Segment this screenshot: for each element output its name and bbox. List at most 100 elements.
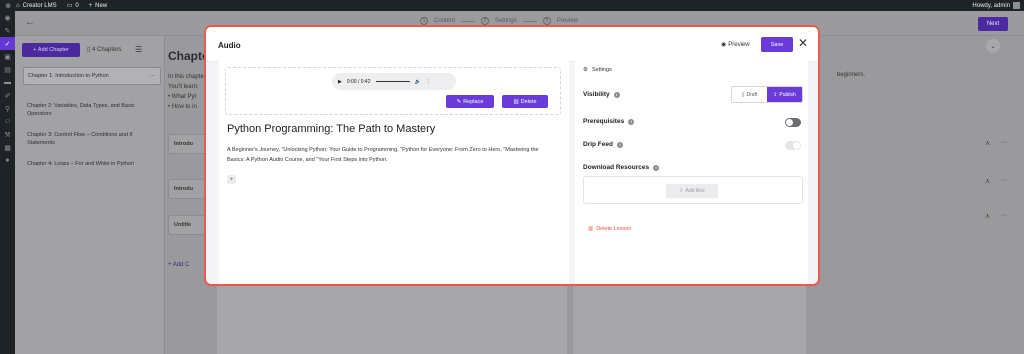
step-label[interactable]: Content [434, 18, 455, 24]
dashboard-icon[interactable]: ◉ [0, 11, 15, 24]
creator-lms-icon[interactable]: ✓ [0, 37, 15, 50]
lesson-description[interactable]: A Beginner's Journey, "Unlocking Python:… [227, 145, 557, 165]
settings-panel-extension [573, 286, 806, 354]
trash-icon: ▥ [513, 98, 519, 105]
upload-icon: ⇪ [679, 188, 684, 194]
more-options-icon[interactable]: ⋮ [426, 79, 431, 85]
preview-button[interactable]: ◉ Preview [721, 41, 750, 49]
comments-link[interactable]: ▭ 0 [66, 2, 79, 10]
lesson-row-actions: ⋏ ··· [985, 139, 1007, 147]
download-resources-label: Download Resources i [583, 164, 660, 171]
replace-button[interactable]: ✎ Replace [446, 95, 494, 108]
lesson-row-actions: ⋏ ··· [985, 177, 1007, 185]
settings-header: ⚙ Settings [583, 67, 612, 73]
draft-option[interactable]: ▯ Draft [732, 87, 767, 102]
seek-bar[interactable] [375, 80, 410, 83]
site-name-link[interactable]: ⌂ Creator LMS [16, 3, 57, 9]
lesson-settings-panel: ⚙ Settings Visibility i ▯ Draft ⇪ Publis… [575, 61, 808, 284]
play-icon[interactable]: ▶ [338, 79, 342, 85]
chapter-description-tail: beginners. [837, 72, 866, 78]
step-label[interactable]: Preview [557, 18, 578, 24]
chapter-description: In this chapte You'll learn: • What Pyt … [168, 74, 204, 110]
book-icon: ▯ [87, 47, 91, 53]
more-icon[interactable]: ··· [150, 72, 156, 80]
more-icon[interactable]: ··· [1000, 212, 1007, 220]
publish-option[interactable]: ⇪ Publish [767, 87, 802, 102]
step-number: 3 [542, 17, 551, 25]
info-icon[interactable]: i [628, 118, 635, 125]
eye-icon: ◉ [721, 42, 727, 48]
add-chapter-button[interactable]: + Add Chapter [22, 43, 80, 57]
collapse-menu-icon[interactable]: ● [0, 154, 15, 167]
step-indicator: 1 Content 2 Settings 3 Preview [420, 17, 578, 25]
drip-feed-label: Drip Feed i [583, 141, 623, 148]
user-menu[interactable]: Howdy, admin [972, 2, 1020, 9]
prerequisites-toggle[interactable] [785, 118, 801, 127]
download-resources-dropzone: ⇪ Add files [583, 176, 803, 204]
add-files-button[interactable]: ⇪ Add files [666, 184, 718, 198]
new-content-link[interactable]: + New [89, 3, 108, 9]
lesson-content-panel: ▶ 0:00 / 0:42 🔊 ⋮ ✎ Replace ▥ Delete Pyt… [219, 61, 569, 284]
lesson-row-actions: ⋏ ··· [985, 212, 1007, 220]
step-number: 2 [481, 17, 490, 25]
file-icon: ▯ [741, 91, 745, 98]
drag-icon[interactable]: ⋏ [985, 212, 990, 220]
lesson-title[interactable]: Python Programming: The Path to Mastery [227, 123, 435, 135]
media-icon[interactable]: ▣ [0, 50, 15, 63]
plugins-icon[interactable]: ⚲ [0, 102, 15, 115]
drip-feed-toggle[interactable] [785, 141, 801, 150]
settings-icon[interactable]: ▦ [0, 141, 15, 154]
lesson-content-panel-extension [217, 286, 567, 354]
gear-icon: ⚙ [583, 67, 588, 73]
comments-icon[interactable]: ▬ [0, 76, 15, 89]
audio-lesson-modal: Audio ◉ Preview Save ✕ ▶ 0:00 / 0:42 🔊 ⋮… [204, 25, 820, 286]
trash-icon: ▥ [588, 226, 594, 232]
drag-icon[interactable]: ⋏ [985, 139, 990, 147]
delete-audio-button[interactable]: ▥ Delete [502, 95, 548, 108]
modal-title: Audio [218, 41, 241, 50]
back-arrow-icon[interactable]: ← [25, 17, 35, 28]
chapter-item[interactable]: Chapter 1: Introduction to Python ··· [23, 67, 161, 85]
comment-icon: ▭ [66, 3, 73, 9]
info-icon[interactable]: i [616, 141, 623, 148]
info-icon[interactable]: i [613, 91, 620, 98]
chapter-item[interactable]: Chapter 3: Control Flow – Conditions and… [23, 127, 161, 151]
audio-player[interactable]: ▶ 0:00 / 0:42 🔊 ⋮ [332, 73, 456, 90]
player-time: 0:00 / 0:42 [346, 78, 371, 85]
tools-icon[interactable]: ⚒ [0, 128, 15, 141]
close-icon[interactable]: ✕ [798, 36, 808, 50]
more-icon[interactable]: ··· [1000, 177, 1007, 185]
sort-icon[interactable]: ☰ [135, 45, 142, 54]
pages-icon[interactable]: ▤ [0, 63, 15, 76]
plus-icon: + [88, 2, 93, 9]
add-block-icon[interactable]: + [227, 175, 236, 184]
add-content-link[interactable]: + Add C [168, 262, 190, 268]
chapter-title: Chapte [168, 49, 209, 63]
wp-admin-bar: ⊕ ⌂ Creator LMS ▭ 0 + New Howdy, admin [0, 0, 1024, 11]
info-icon[interactable]: i [653, 164, 660, 171]
wp-admin-sidebar: ◉ ✎ ✓ ▣ ▤ ▬ ✐ ⚲ ☺ ⚒ ▦ ● [0, 11, 15, 354]
chapter-sidebar: + Add Chapter ▯ 4 Chapters ☰ Chapter 1: … [15, 36, 165, 354]
appearance-icon[interactable]: ✐ [0, 89, 15, 102]
step-label[interactable]: Settings [495, 18, 517, 24]
save-button[interactable]: Save [761, 37, 793, 52]
home-icon: ⌂ [16, 2, 20, 9]
prerequisites-label: Prerequisites i [583, 118, 635, 125]
modal-header: Audio ◉ Preview Save ✕ [206, 27, 818, 62]
chapter-item[interactable]: Chapter 2: Variables, Data Types, and Ba… [23, 98, 161, 122]
visibility-label: Visibility i [583, 91, 620, 98]
next-button[interactable]: Next [978, 17, 1008, 31]
edit-icon: ✎ [456, 98, 462, 105]
chapter-item[interactable]: Chapter 4: Loops – For and While in Pyth… [23, 156, 161, 172]
avatar [1013, 2, 1020, 9]
wordpress-logo-icon[interactable]: ⊕ [0, 2, 16, 10]
upload-icon: ⇪ [773, 91, 778, 98]
more-icon[interactable]: ··· [1000, 139, 1007, 147]
delete-lesson-button[interactable]: ▥ Delete Lesson [588, 226, 631, 232]
visibility-toggle: ▯ Draft ⇪ Publish [731, 86, 803, 103]
drag-icon[interactable]: ⋏ [985, 177, 990, 185]
volume-icon[interactable]: 🔊 [415, 79, 421, 85]
users-icon[interactable]: ☺ [0, 115, 15, 128]
pin-icon[interactable]: ✎ [0, 24, 15, 37]
step-number: 1 [420, 17, 428, 25]
